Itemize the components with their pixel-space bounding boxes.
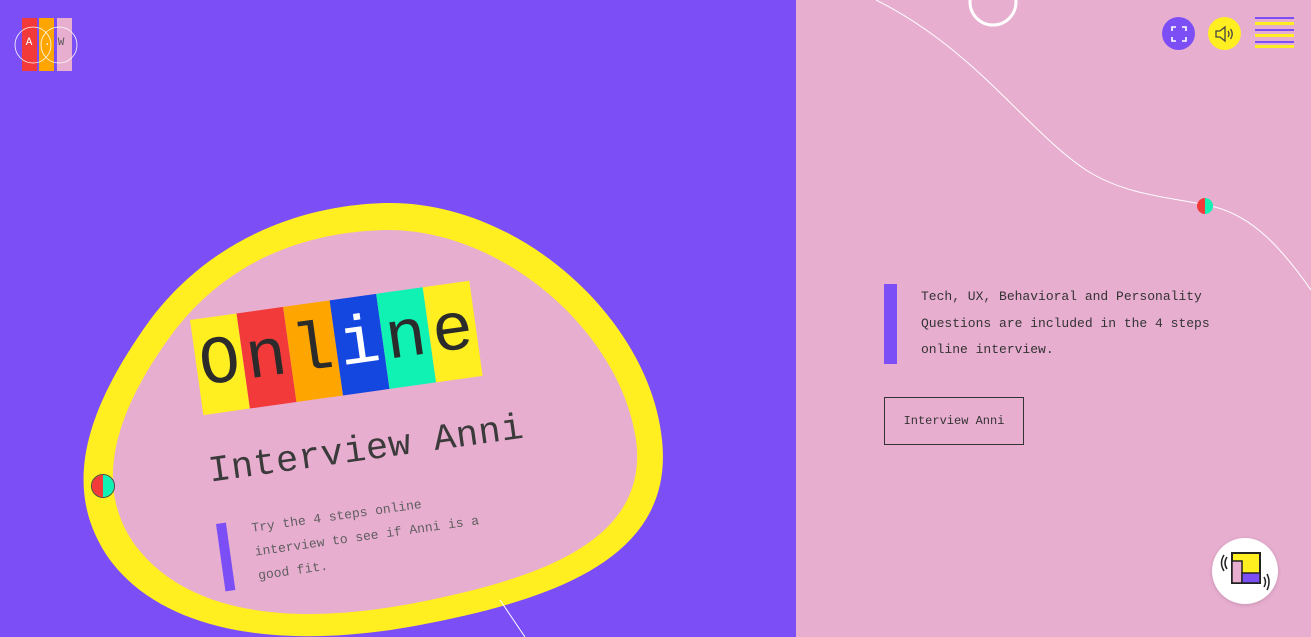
progress-marker-icon (1197, 198, 1213, 214)
info-accent-bar (884, 284, 897, 364)
menu-line (1255, 22, 1294, 25)
menu-line (1255, 17, 1294, 19)
sound-toggle-button[interactable] (1208, 17, 1241, 50)
speaker-icon (1214, 25, 1233, 42)
menu-line (1255, 29, 1294, 31)
right-panel: Tech, UX, Behavioral and Personality Que… (796, 0, 1311, 637)
menu-line (1255, 45, 1294, 48)
hamburger-menu-button[interactable] (1255, 17, 1294, 49)
chat-widget-button[interactable] (1212, 538, 1278, 604)
logo-letter: A (25, 37, 33, 49)
fullscreen-button[interactable] (1162, 17, 1195, 50)
info-description: Tech, UX, Behavioral and Personality Que… (921, 289, 1210, 357)
logo[interactable]: A . W (14, 18, 78, 72)
left-panel: A . W O n l i n e Interview Anni Try the… (0, 0, 796, 637)
logo-letters: A . W (14, 37, 78, 49)
logo-letter: W (57, 37, 65, 49)
chat-widget-icon (1220, 552, 1270, 591)
progress-marker-icon (91, 474, 115, 498)
fullscreen-icon (1170, 25, 1187, 42)
menu-line (1255, 41, 1294, 43)
interview-anni-button[interactable]: Interview Anni (884, 397, 1024, 445)
menu-line (1255, 34, 1294, 37)
